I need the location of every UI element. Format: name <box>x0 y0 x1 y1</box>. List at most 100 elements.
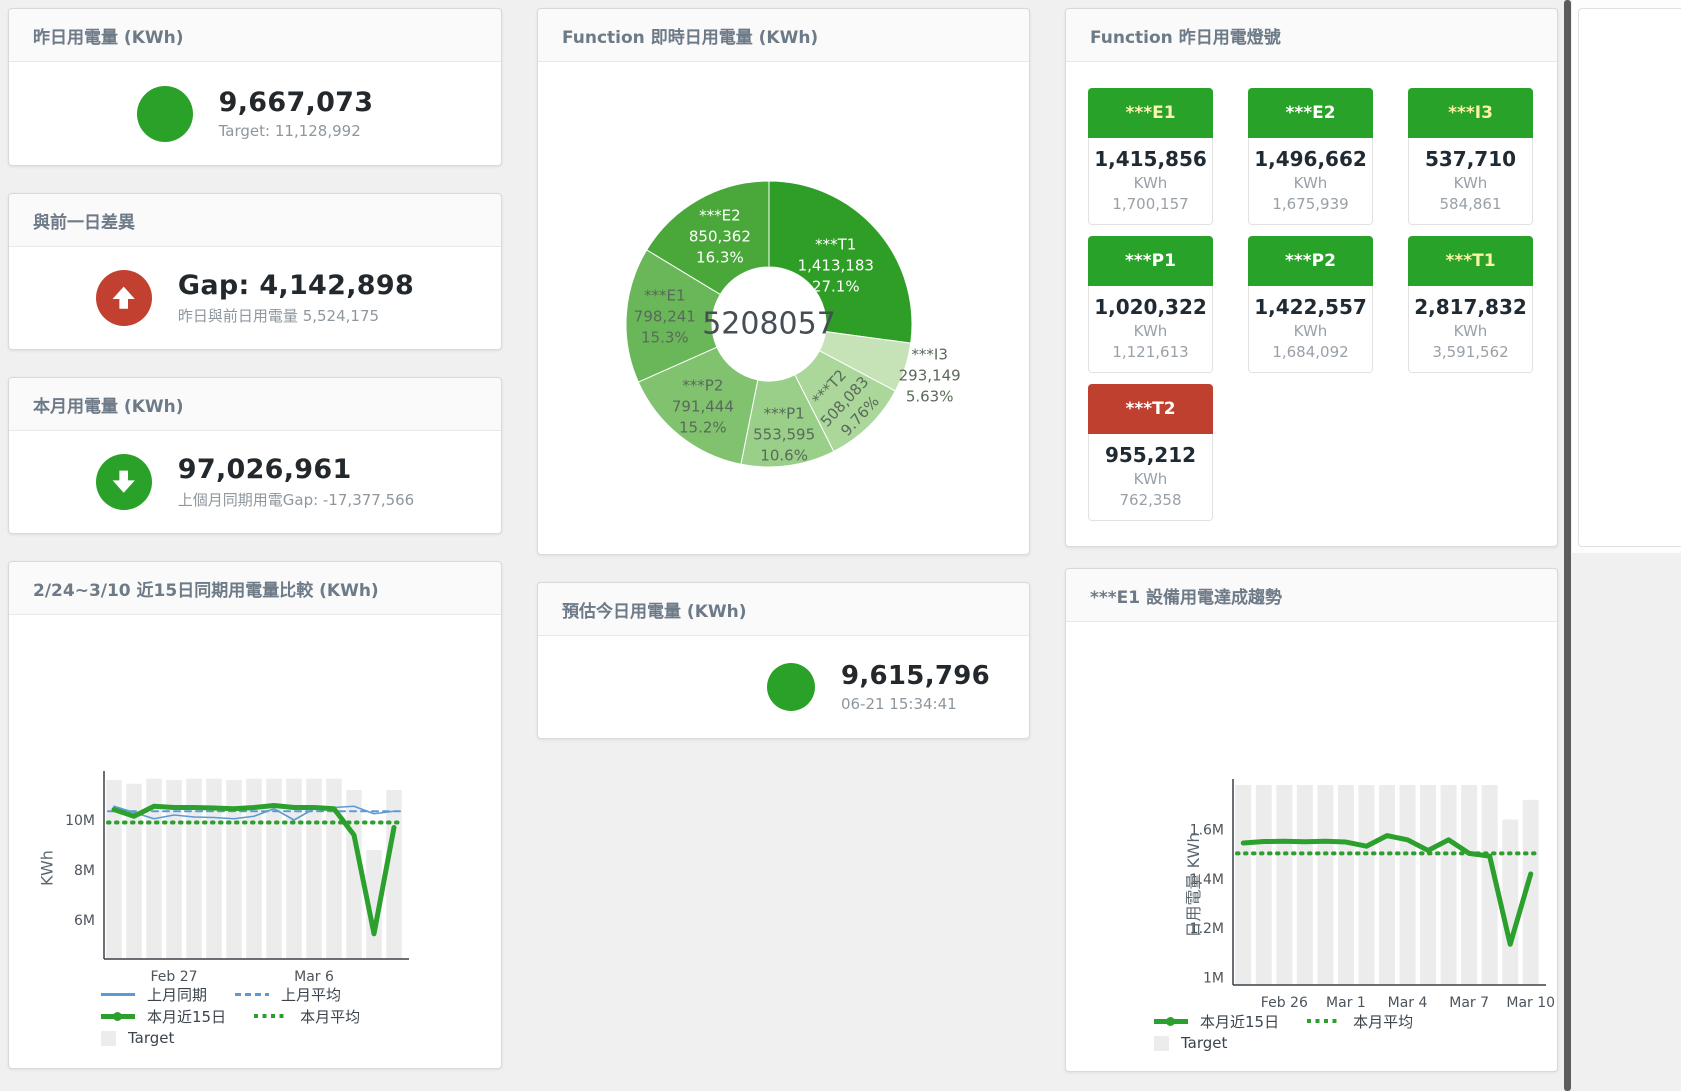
tile-unit: KWh <box>1089 322 1212 340</box>
tile-unit: KWh <box>1409 174 1532 192</box>
tile-body: 537,710KWh584,861 <box>1408 138 1533 225</box>
tile-target: 1,700,157 <box>1089 195 1212 213</box>
target-bar <box>1441 785 1457 985</box>
x-tick-label: Mar 10 <box>1506 995 1555 1011</box>
kpi-row: 9,615,796 06-21 15:34:41 <box>633 636 1029 738</box>
tile-target: 3,591,562 <box>1409 343 1532 361</box>
donut-label-P1: ***P1553,59510.6% <box>753 403 815 466</box>
light-tile-P1: ***P11,020,322KWh1,121,613 <box>1088 236 1213 373</box>
legend-label: Target <box>128 1029 174 1047</box>
legend-label: 上月同期 <box>147 984 207 1005</box>
tile-value: 537,710 <box>1409 147 1532 171</box>
panel-yesterday-usage: 昨日用電量 (KWh) 9,667,073 Target: 11,128,992 <box>8 8 502 166</box>
tile-target: 762,358 <box>1089 491 1212 509</box>
target-bar <box>1338 785 1354 985</box>
tile-value: 2,817,832 <box>1409 295 1532 319</box>
kpi-row: Gap: 4,142,898 昨日與前日用電量 5,524,175 <box>9 247 501 349</box>
legend-item[interactable]: Target <box>101 1029 174 1047</box>
kpi-timestamp: 06-21 15:34:41 <box>841 695 990 713</box>
panel-title: Function 昨日用電燈號 <box>1090 23 1281 48</box>
target-bar <box>1400 785 1416 985</box>
light-tile-P2: ***P21,422,557KWh1,684,092 <box>1248 236 1373 373</box>
donut-label-T1: ***T11,413,18327.1% <box>798 234 874 297</box>
donut-label-E2: ***E2850,36216.3% <box>689 205 751 268</box>
legend-item[interactable]: 本月近15日 <box>1154 1011 1279 1032</box>
tile-value: 1,415,856 <box>1089 147 1212 171</box>
light-tile-I3: ***I3537,710KWh584,861 <box>1408 88 1533 225</box>
tile-target: 1,121,613 <box>1089 343 1212 361</box>
panel-realtime-donut: Function 即時日用電量 (KWh) ***T11,413,18327.1… <box>537 8 1030 555</box>
target-bar <box>1317 785 1333 985</box>
panel-gap-previous-day: 與前一日差異 Gap: 4,142,898 昨日與前日用電量 5,524,175 <box>8 193 502 350</box>
tile-target: 1,675,939 <box>1249 195 1372 213</box>
panel-header: 預估今日用電量 (KWh) <box>538 583 1029 636</box>
tile-label: ***T2 <box>1088 384 1213 434</box>
legend-item[interactable]: 上月同期 <box>101 984 207 1005</box>
legend-item[interactable]: 本月平均 <box>254 1006 360 1027</box>
tile-unit: KWh <box>1409 322 1532 340</box>
kpi-row: 9,667,073 Target: 11,128,992 <box>9 62 501 165</box>
legend-label: Target <box>1181 1034 1227 1052</box>
kpi-value: 9,667,073 <box>219 87 374 118</box>
panel-header: 昨日用電量 (KWh) <box>9 9 501 62</box>
legend-item[interactable]: 上月平均 <box>235 984 341 1005</box>
e1trend-svg: 1M1.2M1.4M1.6MFeb 26Mar 1Mar 4Mar 7Mar 1… <box>1066 622 1557 1071</box>
legend-item[interactable]: 本月近15日 <box>101 1006 226 1027</box>
kpi-value: 9,615,796 <box>841 661 990 691</box>
legend-item[interactable]: 本月平均 <box>1307 1011 1413 1032</box>
panel-header: 與前一日差異 <box>9 194 501 247</box>
legend-label: 本月平均 <box>300 1006 360 1027</box>
kpi-subtitle: 昨日與前日用電量 5,524,175 <box>178 305 414 326</box>
x-tick-label: Mar 7 <box>1449 995 1489 1011</box>
y-axis-label: 日用電量 KWh <box>1180 833 1204 938</box>
y-tick-label: 1M <box>1203 971 1224 987</box>
target-bar <box>1256 785 1272 985</box>
arrow-up-icon <box>96 270 152 326</box>
light-tile-T2: ***T2955,212KWh762,358 <box>1088 384 1213 521</box>
legend-label: 上月平均 <box>281 984 341 1005</box>
y-tick-label: 6M <box>74 913 95 929</box>
light-tile-E1: ***E11,415,856KWh1,700,157 <box>1088 88 1213 225</box>
y-axis-label: KWh <box>38 850 57 886</box>
partial-card-edge <box>1578 8 1681 547</box>
arrow-down-glyph <box>108 466 139 497</box>
status-circle-icon <box>137 86 193 142</box>
tile-body: 1,020,322KWh1,121,613 <box>1088 286 1213 373</box>
panel-estimated-today: 預估今日用電量 (KWh) 9,615,796 06-21 15:34:41 <box>537 582 1030 739</box>
panel-title: 2/24~3/10 近15日同期用電量比較 (KWh) <box>33 576 379 601</box>
panel-status-lights: Function 昨日用電燈號 ***E11,415,856KWh1,700,1… <box>1065 8 1558 547</box>
target-bar <box>1235 785 1251 985</box>
panel-title: 預估今日用電量 (KWh) <box>562 597 747 622</box>
legend-label: 本月平均 <box>1353 1011 1413 1032</box>
kpi-value: Gap: 4,142,898 <box>178 270 414 301</box>
panel-title: ***E1 設備用電達成趨勢 <box>1090 583 1282 608</box>
tile-unit: KWh <box>1249 322 1372 340</box>
y-tick-label: 10M <box>65 813 95 829</box>
kpi-row: 97,026,961 上個月同期用電Gap: -17,377,566 <box>9 431 501 533</box>
donut-label-I3: ***I3293,1495.63% <box>899 344 961 407</box>
target-bar <box>326 779 342 959</box>
tile-value: 1,422,557 <box>1249 295 1372 319</box>
vertical-scrollbar[interactable] <box>1564 0 1571 1091</box>
target-bar <box>1297 785 1313 985</box>
tile-body: 2,817,832 KWh 3,591,562 <box>1408 286 1533 373</box>
light-tile-T1: ***T1 2,817,832 KWh 3,591,562 <box>1408 236 1533 373</box>
target-bar <box>1502 820 1518 985</box>
donut-label-P2: ***P2791,44415.2% <box>672 375 734 438</box>
legend-item[interactable]: Target <box>1154 1034 1227 1052</box>
panel-title: Function 即時日用電量 (KWh) <box>562 23 818 48</box>
tile-label: ***T1 <box>1408 236 1533 286</box>
comparison-chart: 6M8M10MFeb 27Mar 6KWh上月同期上月平均本月近15日本月平均T… <box>9 615 501 1068</box>
panel-header: 2/24~3/10 近15日同期用電量比較 (KWh) <box>9 562 501 615</box>
target-bar <box>1420 785 1436 985</box>
tile-body: 955,212KWh762,358 <box>1088 434 1213 521</box>
light-tile-E2: ***E21,496,662KWh1,675,939 <box>1248 88 1373 225</box>
tile-label: ***P1 <box>1088 236 1213 286</box>
tile-value: 1,496,662 <box>1249 147 1372 171</box>
e1-trend-chart: 1M1.2M1.4M1.6MFeb 26Mar 1Mar 4Mar 7Mar 1… <box>1066 622 1557 1071</box>
donut-chart: ***T11,413,18327.1%***I3293,1495.63%***T… <box>538 62 1029 554</box>
x-tick-label: Feb 26 <box>1261 995 1308 1011</box>
panel-15day-comparison-chart: 2/24~3/10 近15日同期用電量比較 (KWh) 6M8M10MFeb 2… <box>8 561 502 1069</box>
panel-title: 本月用電量 (KWh) <box>33 392 184 417</box>
panel-header: ***E1 設備用電達成趨勢 <box>1066 569 1557 622</box>
